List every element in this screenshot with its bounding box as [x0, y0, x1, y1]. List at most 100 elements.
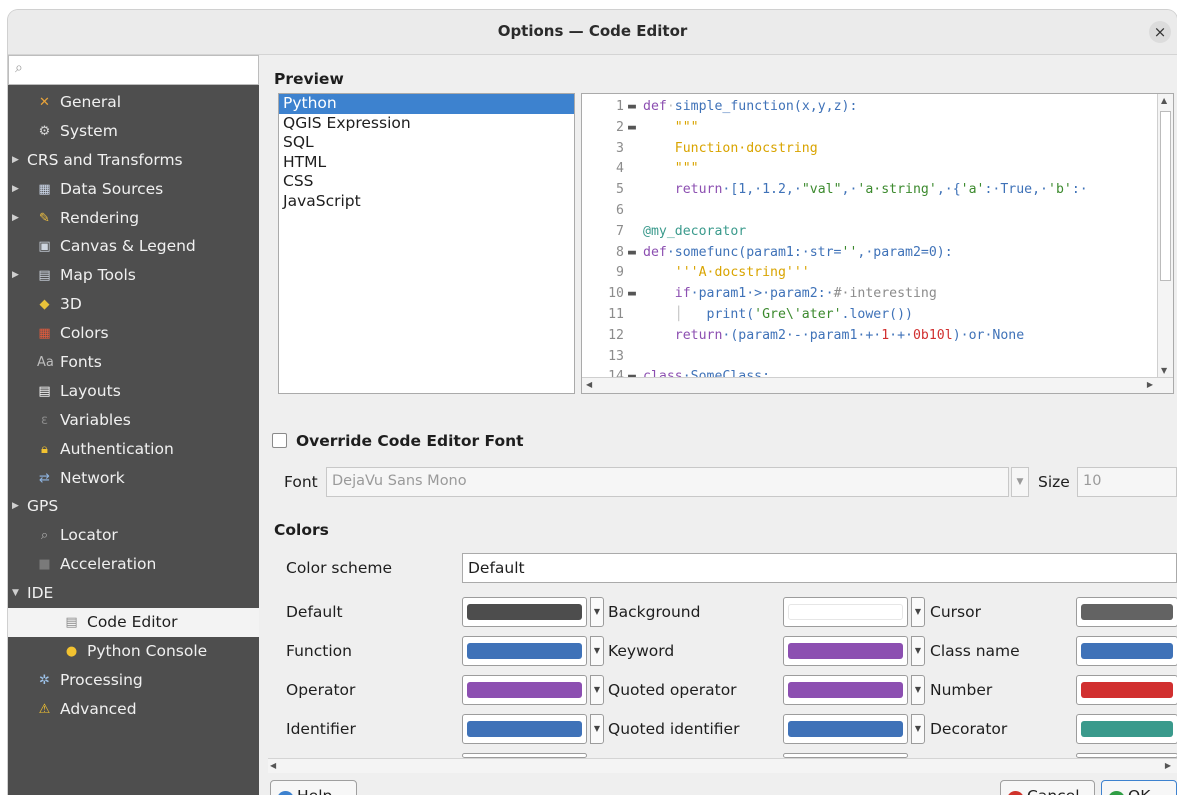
color-button[interactable] — [1076, 675, 1177, 705]
language-item[interactable]: CSS — [279, 172, 574, 192]
expand-arrow-right-icon[interactable]: ▶ — [12, 261, 19, 290]
expand-arrow-down-icon[interactable]: ▼ — [12, 579, 19, 608]
color-dropdown-icon[interactable]: ▼ — [911, 597, 925, 627]
language-item[interactable]: HTML — [279, 153, 574, 173]
color-swatch — [467, 643, 582, 659]
color-button[interactable] — [462, 597, 587, 627]
sidebar-item-data-sources[interactable]: ▶ ▦ Data Sources — [8, 175, 259, 204]
sidebar-item-label: Network — [60, 468, 125, 487]
color-button[interactable] — [1076, 597, 1177, 627]
sidebar-item-python-console[interactable]: ● Python Console — [8, 637, 259, 666]
sidebar-item-3d[interactable]: ◆ 3D — [8, 290, 259, 319]
scroll-left-icon[interactable]: ◀ — [586, 380, 592, 389]
language-item[interactable]: SQL — [279, 133, 574, 153]
ok-button[interactable]: ✓OK — [1101, 780, 1177, 795]
sidebar-item-fonts[interactable]: Aa Fonts — [8, 348, 259, 377]
language-item[interactable]: JavaScript — [279, 192, 574, 212]
code-text: '''A·docstring''' — [643, 262, 810, 283]
color-button[interactable] — [783, 636, 908, 666]
color-button[interactable] — [783, 675, 908, 705]
line-number: 1 — [616, 99, 624, 114]
color-dropdown-icon[interactable]: ▼ — [911, 675, 925, 705]
cancel-button[interactable]: ✕Cancel — [1000, 780, 1095, 795]
scroll-thumb[interactable] — [1160, 111, 1171, 281]
font-dropdown-icon[interactable]: ▼ — [1011, 467, 1029, 497]
sidebar-item-label: Data Sources — [60, 179, 164, 198]
expand-arrow-right-icon[interactable]: ▶ — [12, 146, 19, 175]
language-item[interactable]: QGIS Expression — [279, 114, 574, 134]
expand-arrow-right-icon[interactable]: ▶ — [12, 175, 19, 204]
color-swatch — [1081, 682, 1173, 698]
color-button[interactable] — [783, 714, 908, 744]
sidebar-item-ide[interactable]: ▼ IDE — [8, 579, 259, 608]
help-button[interactable]: ?Help — [270, 780, 357, 795]
color-button[interactable] — [783, 597, 908, 627]
sidebar-item-crs-and-transforms[interactable]: ▶ CRS and Transforms — [8, 146, 259, 175]
sidebar-item-label: Variables — [60, 410, 131, 429]
sidebar-item-rendering[interactable]: ▶ ✎ Rendering — [8, 204, 259, 233]
colors-scroll-left-icon[interactable]: ◀ — [270, 761, 276, 770]
fonts-icon: Aa — [37, 355, 54, 371]
fold-marker-icon[interactable]: ▬ — [628, 242, 636, 263]
sidebar-item-map-tools[interactable]: ▶ ▤ Map Tools — [8, 261, 259, 290]
colors-scroll-right-icon[interactable]: ▶ — [1165, 761, 1171, 770]
code-token: "val" — [801, 182, 842, 198]
close-button[interactable]: × — [1149, 21, 1171, 43]
color-label: Background — [608, 603, 701, 621]
color-dropdown-icon[interactable]: ▼ — [911, 636, 925, 666]
color-button[interactable] — [462, 636, 587, 666]
color-button[interactable] — [462, 675, 587, 705]
override-font-checkbox[interactable] — [272, 433, 287, 448]
fold-marker-icon[interactable]: ▬ — [628, 117, 636, 138]
language-item[interactable]: Python — [279, 94, 574, 114]
expand-arrow-right-icon[interactable]: ▶ — [12, 204, 19, 233]
code-preview[interactable]: 1 ▬ def·simple_function(x,y,z): 2 ▬ """ 3 Fun… — [581, 93, 1174, 394]
code-line: 4 """ — [582, 158, 1159, 179]
code-token: def — [643, 244, 667, 260]
code-horizontal-scrollbar[interactable]: ◀ ▶ — [582, 377, 1173, 393]
language-list[interactable]: Python QGIS Expression SQL HTML CSS JavaScrip… — [278, 93, 575, 394]
code-vertical-scrollbar[interactable]: ▲ ▼ — [1157, 94, 1173, 379]
color-dropdown-icon[interactable]: ▼ — [590, 714, 604, 744]
fold-marker-icon[interactable]: ▬ — [628, 283, 636, 304]
sidebar-item-general[interactable]: ✕ General — [8, 88, 259, 117]
sidebar-item-gps[interactable]: ▶ GPS — [8, 492, 259, 521]
sidebar-item-advanced[interactable]: ⚠ Advanced — [8, 695, 259, 724]
color-label: Default — [286, 603, 343, 621]
sidebar-item-processing[interactable]: ✲ Processing — [8, 666, 259, 695]
colors-horizontal-scrollbar[interactable]: ◀ ▶ — [268, 758, 1177, 773]
sidebar-item-acceleration[interactable]: ■ Acceleration — [8, 550, 259, 579]
color-scheme-select[interactable]: Default — [462, 553, 1177, 583]
sidebar-item-system[interactable]: ⚙ System — [8, 117, 259, 146]
color-dropdown-icon[interactable]: ▼ — [590, 675, 604, 705]
sidebar-item-locator[interactable]: ⌕ Locator — [8, 521, 259, 550]
scroll-up-icon[interactable]: ▲ — [1161, 96, 1167, 105]
color-dropdown-icon[interactable]: ▼ — [590, 636, 604, 666]
sidebar-item-code-editor[interactable]: ▤ Code Editor — [8, 608, 259, 637]
sidebar-item-label: Layouts — [60, 381, 121, 400]
expand-arrow-right-icon[interactable]: ▶ — [12, 492, 19, 521]
sidebar-item-layouts[interactable]: ▤ Layouts — [8, 377, 259, 406]
scroll-right-icon[interactable]: ▶ — [1147, 380, 1153, 389]
sidebar-item-authentication[interactable]: 🔒︎ Authentication — [8, 435, 259, 464]
sidebar-item-network[interactable]: ⇄ Network — [8, 464, 259, 493]
color-dropdown-icon[interactable]: ▼ — [590, 597, 604, 627]
sidebar-item-colors[interactable]: ▦ Colors — [8, 319, 259, 348]
fold-marker-icon[interactable]: ▬ — [628, 96, 636, 117]
sidebar-item-variables[interactable]: ε Variables — [8, 406, 259, 435]
size-field[interactable]: 10 — [1077, 467, 1177, 497]
sidebar-item-canvas-legend[interactable]: ▣ Canvas & Legend — [8, 232, 259, 261]
color-dropdown-icon[interactable]: ▼ — [911, 714, 925, 744]
color-button[interactable] — [1076, 714, 1177, 744]
color-button[interactable] — [462, 714, 587, 744]
color-swatch — [788, 682, 903, 698]
variables-icon: ε — [40, 412, 49, 428]
code-token: ,·param2=0): — [857, 244, 953, 260]
code-token: .lower()) — [841, 307, 913, 322]
sidebar-search-input[interactable]: ⌕ — [8, 55, 259, 85]
font-field[interactable]: DejaVu Sans Mono — [326, 467, 1009, 497]
scroll-down-icon[interactable]: ▼ — [1161, 366, 1167, 375]
color-button[interactable] — [1076, 636, 1177, 666]
